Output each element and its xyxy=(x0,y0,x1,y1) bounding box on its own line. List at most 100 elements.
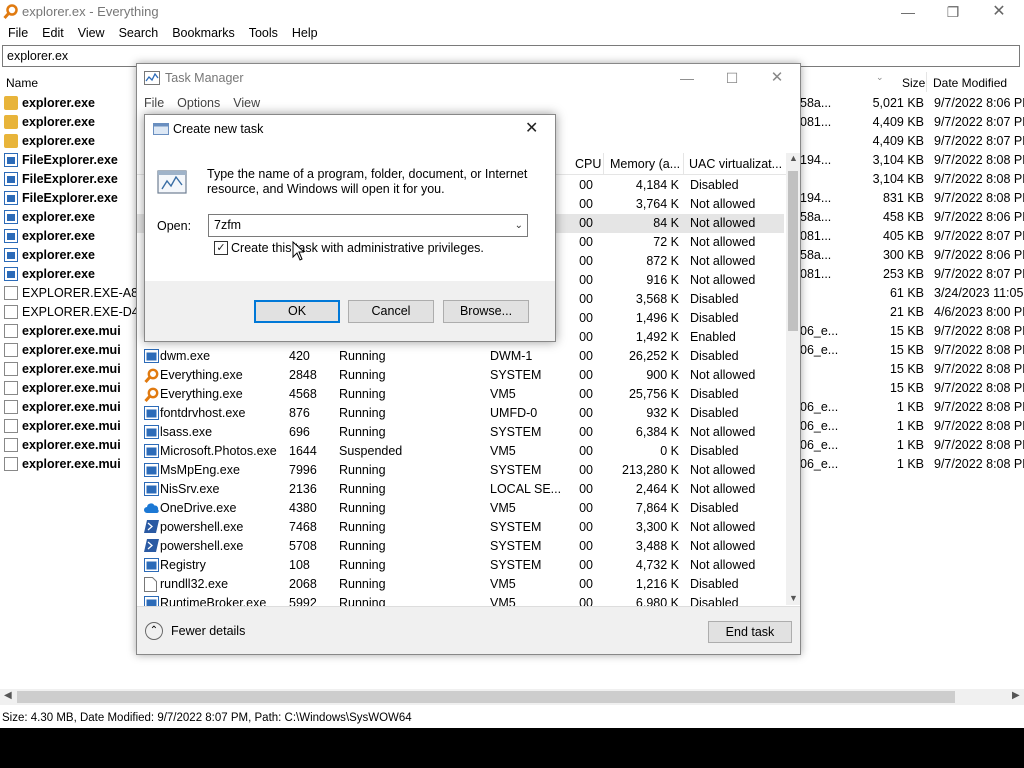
dialog-titlebar[interactable]: Create new task ✕ xyxy=(145,115,555,143)
maximize-icon[interactable]: ❐ xyxy=(930,0,976,24)
menu-bookmarks[interactable]: Bookmarks xyxy=(164,24,241,42)
column-uac[interactable]: UAC virtualizat... xyxy=(689,157,782,171)
scrollbar-thumb[interactable] xyxy=(788,171,798,331)
menu-edit[interactable]: Edit xyxy=(34,24,70,42)
powershell-icon xyxy=(144,520,159,534)
process-status: Running xyxy=(339,387,386,401)
result-size: 405 KB xyxy=(882,229,924,243)
column-memory[interactable]: Memory (a... xyxy=(610,157,680,171)
horizontal-scrollbar[interactable]: ◀ ▶ xyxy=(0,689,1024,705)
result-path: 081... xyxy=(800,229,832,243)
menu-bar: File Edit View Search Bookmarks Tools Help xyxy=(0,24,324,42)
column-name[interactable]: Name xyxy=(6,76,38,90)
menu-search[interactable]: Search xyxy=(111,24,165,42)
scroll-down-icon[interactable]: ▼ xyxy=(789,593,798,603)
process-row[interactable]: RuntimeBroker.exe 5992 Running VM5 00 6,980 K… xyxy=(137,594,784,606)
column-cpu[interactable]: CPU xyxy=(575,157,601,171)
maximize-icon[interactable]: ☐ xyxy=(709,66,755,90)
result-path: 06_e... xyxy=(800,343,839,357)
powershell-icon xyxy=(144,539,159,553)
open-combobox[interactable]: 7zfm ⌄ xyxy=(208,214,528,237)
process-row[interactable]: dwm.exe 420 Running DWM-1 00 26,252 K Disabled xyxy=(137,347,784,366)
result-size: 1 KB xyxy=(896,438,924,452)
result-date: 9/7/2022 8:06 PM xyxy=(934,248,1024,262)
open-label: Open: xyxy=(157,219,192,233)
process-pid: 2068 xyxy=(289,577,317,591)
menu-file[interactable]: File xyxy=(0,24,34,42)
menu-view[interactable]: View xyxy=(70,24,111,42)
scroll-left-icon[interactable]: ◀ xyxy=(4,690,12,701)
process-uac: Not allowed xyxy=(690,216,756,230)
process-user: VM5 xyxy=(490,501,516,515)
process-memory: 6,384 K xyxy=(635,425,679,439)
result-date: 9/7/2022 8:08 PM xyxy=(934,153,1024,167)
result-name: FileExplorer.exe xyxy=(22,153,118,167)
result-size: 831 KB xyxy=(882,191,924,205)
process-memory: 1,492 K xyxy=(635,330,679,344)
browse-button[interactable]: Browse... xyxy=(443,300,529,323)
process-cpu: 00 xyxy=(579,539,593,553)
cancel-button[interactable]: Cancel xyxy=(348,300,434,323)
process-row[interactable]: Everything.exe 4568 Running VM5 00 25,756 K Di… xyxy=(137,385,784,404)
app-icon xyxy=(4,248,18,262)
process-row[interactable]: Registry 108 Running SYSTEM 00 4,732 K Not all… xyxy=(137,556,784,575)
menu-tools[interactable]: Tools xyxy=(241,24,284,42)
everything-titlebar[interactable]: explorer.ex - Everything — ❐ ✕ xyxy=(0,0,1024,24)
scroll-up-icon[interactable]: ▲ xyxy=(789,153,798,163)
process-pid: 7468 xyxy=(289,520,317,534)
process-cpu: 00 xyxy=(579,425,593,439)
process-row[interactable]: rundll32.exe 2068 Running VM5 00 1,216 K Disab… xyxy=(137,575,784,594)
process-cpu: 00 xyxy=(579,292,593,306)
process-uac: Disabled xyxy=(690,444,739,458)
process-row[interactable]: MsMpEng.exe 7996 Running SYSTEM 00 213,280 K N… xyxy=(137,461,784,480)
process-name: Everything.exe xyxy=(160,368,243,382)
scrollbar-thumb[interactable] xyxy=(17,691,955,703)
process-memory: 7,864 K xyxy=(635,501,679,515)
app-icon xyxy=(144,558,159,572)
process-row[interactable]: OneDrive.exe 4380 Running VM5 00 7,864 K Disab… xyxy=(137,499,784,518)
close-icon[interactable]: ✕ xyxy=(976,0,1022,24)
folder-icon xyxy=(4,115,18,129)
task-manager-icon xyxy=(144,71,160,85)
ok-button[interactable]: OK xyxy=(254,300,340,323)
magnifier-icon xyxy=(144,387,159,403)
dialog-title: Create new task xyxy=(173,122,264,136)
scroll-right-icon[interactable]: ▶ xyxy=(1012,690,1020,701)
menu-file[interactable]: File xyxy=(137,94,170,112)
process-row[interactable]: powershell.exe 5708 Running SYSTEM 00 3,488 K… xyxy=(137,537,784,556)
close-icon[interactable]: ✕ xyxy=(754,66,800,90)
end-task-button[interactable]: End task xyxy=(708,621,792,643)
process-uac: Not allowed xyxy=(690,254,756,268)
chevron-down-icon[interactable]: ⌄ xyxy=(515,215,523,236)
minimize-icon[interactable]: — xyxy=(885,0,931,24)
process-memory: 26,252 K xyxy=(628,349,679,363)
admin-privileges-label[interactable]: Create this task with administrative pri… xyxy=(231,241,484,255)
result-name: explorer.exe.mui xyxy=(22,457,121,471)
process-status: Running xyxy=(339,558,386,572)
dialog-message: Type the name of a program, folder, docu… xyxy=(207,167,528,196)
process-row[interactable]: NisSrv.exe 2136 Running LOCAL SE... 00 2,464 … xyxy=(137,480,784,499)
process-user: SYSTEM xyxy=(490,558,542,572)
process-row[interactable]: powershell.exe 7468 Running SYSTEM 00 3,300 K… xyxy=(137,518,784,537)
process-row[interactable]: lsass.exe 696 Running SYSTEM 00 6,384 K Not al… xyxy=(137,423,784,442)
process-row[interactable]: fontdrvhost.exe 876 Running UMFD-0 00 932 K Di… xyxy=(137,404,784,423)
admin-privileges-checkbox[interactable]: ✓ xyxy=(214,241,228,255)
column-size[interactable]: Size xyxy=(902,76,925,90)
column-date-modified[interactable]: Date Modified xyxy=(933,76,1007,90)
menu-options[interactable]: Options xyxy=(170,94,226,112)
menu-view[interactable]: View xyxy=(226,94,266,112)
process-pid: 2848 xyxy=(289,368,317,382)
process-user: SYSTEM xyxy=(490,463,542,477)
process-uac: Not allowed xyxy=(690,539,756,553)
task-manager-titlebar[interactable]: Task Manager — ☐ ✕ xyxy=(137,64,800,92)
process-pid: 420 xyxy=(289,349,310,363)
process-row[interactable]: Microsoft.Photos.exe 1644 Suspended VM5 00 0 … xyxy=(137,442,784,461)
minimize-icon[interactable]: — xyxy=(664,66,710,90)
result-date: 9/7/2022 8:08 PM xyxy=(934,419,1024,433)
vertical-scrollbar[interactable]: ▲ ▼ xyxy=(786,153,800,605)
close-icon[interactable]: ✕ xyxy=(525,118,538,138)
process-name: OneDrive.exe xyxy=(160,501,237,515)
process-row[interactable]: Everything.exe 2848 Running SYSTEM 00 900 K No… xyxy=(137,366,784,385)
process-pid: 4380 xyxy=(289,501,317,515)
menu-help[interactable]: Help xyxy=(284,24,324,42)
